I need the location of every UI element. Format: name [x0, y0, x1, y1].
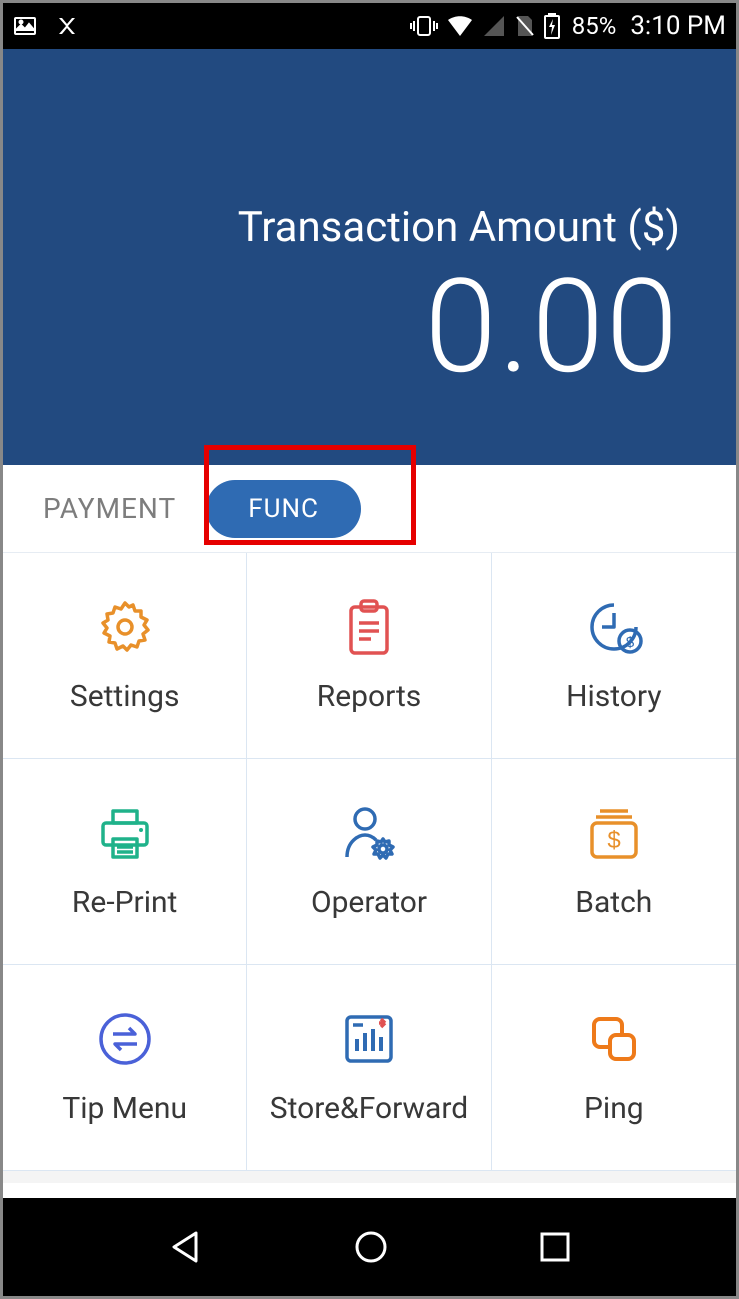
- money-stack-icon: $: [584, 803, 644, 867]
- grid-label: Batch: [575, 885, 652, 920]
- swap-icon: [95, 1009, 155, 1073]
- grid-label: Store&Forward: [270, 1091, 468, 1126]
- grid-item-tipmenu[interactable]: Tip Menu: [3, 965, 247, 1171]
- transaction-header: Transaction Amount ($) 0.00: [3, 49, 736, 465]
- grid-label: Operator: [311, 885, 427, 920]
- grid-item-ping[interactable]: Ping: [492, 965, 736, 1171]
- grid-item-reprint[interactable]: Re-Print: [3, 759, 247, 965]
- svg-text:$: $: [626, 634, 635, 651]
- grid-label: Tip Menu: [62, 1091, 187, 1126]
- battery-charging-icon: [544, 13, 560, 39]
- tab-bar: PAYMENT FUNC: [3, 465, 736, 553]
- android-nav-bar: [3, 1198, 736, 1296]
- nav-recent-icon[interactable]: [537, 1229, 573, 1265]
- gear-icon: [95, 597, 155, 661]
- amount-label: Transaction Amount ($): [238, 203, 680, 252]
- squares-icon: [584, 1009, 644, 1073]
- grid-item-settings[interactable]: Settings: [3, 553, 247, 759]
- app-icon: [55, 14, 79, 38]
- nav-home-icon[interactable]: [351, 1227, 391, 1267]
- clock-dollar-icon: $: [584, 597, 644, 661]
- sim-icon: [514, 14, 536, 38]
- image-icon: [13, 14, 37, 38]
- grid-label: History: [566, 679, 661, 714]
- person-gear-icon: [339, 803, 399, 867]
- wifi-icon: [446, 14, 474, 38]
- grid-label: Ping: [584, 1091, 644, 1126]
- grid-label: Reports: [317, 679, 422, 714]
- grid-label: Settings: [70, 679, 180, 714]
- vibrate-icon: [410, 14, 438, 38]
- printer-icon: [95, 803, 155, 867]
- grid-item-reports[interactable]: Reports: [247, 553, 491, 759]
- signal-icon: [482, 14, 506, 38]
- clipboard-icon: [339, 597, 399, 661]
- grid-item-batch[interactable]: $ Batch: [492, 759, 736, 965]
- grid-item-storeforward[interactable]: Store&Forward: [247, 965, 491, 1171]
- grid-item-operator[interactable]: Operator: [247, 759, 491, 965]
- function-grid: Settings Reports $: [3, 553, 736, 1171]
- battery-percentage: 85%: [572, 12, 617, 40]
- tab-func[interactable]: FUNC: [206, 480, 361, 538]
- grid-label: Re-Print: [72, 885, 177, 920]
- svg-text:$: $: [607, 827, 620, 854]
- grid-item-history[interactable]: $ History: [492, 553, 736, 759]
- nav-back-icon[interactable]: [166, 1227, 206, 1267]
- chart-box-icon: [339, 1009, 399, 1073]
- tab-payment[interactable]: PAYMENT: [33, 492, 186, 525]
- status-bar: 85% 3:10 PM: [3, 3, 736, 49]
- clock-time: 3:10 PM: [630, 11, 726, 41]
- amount-value: 0.00: [425, 262, 680, 392]
